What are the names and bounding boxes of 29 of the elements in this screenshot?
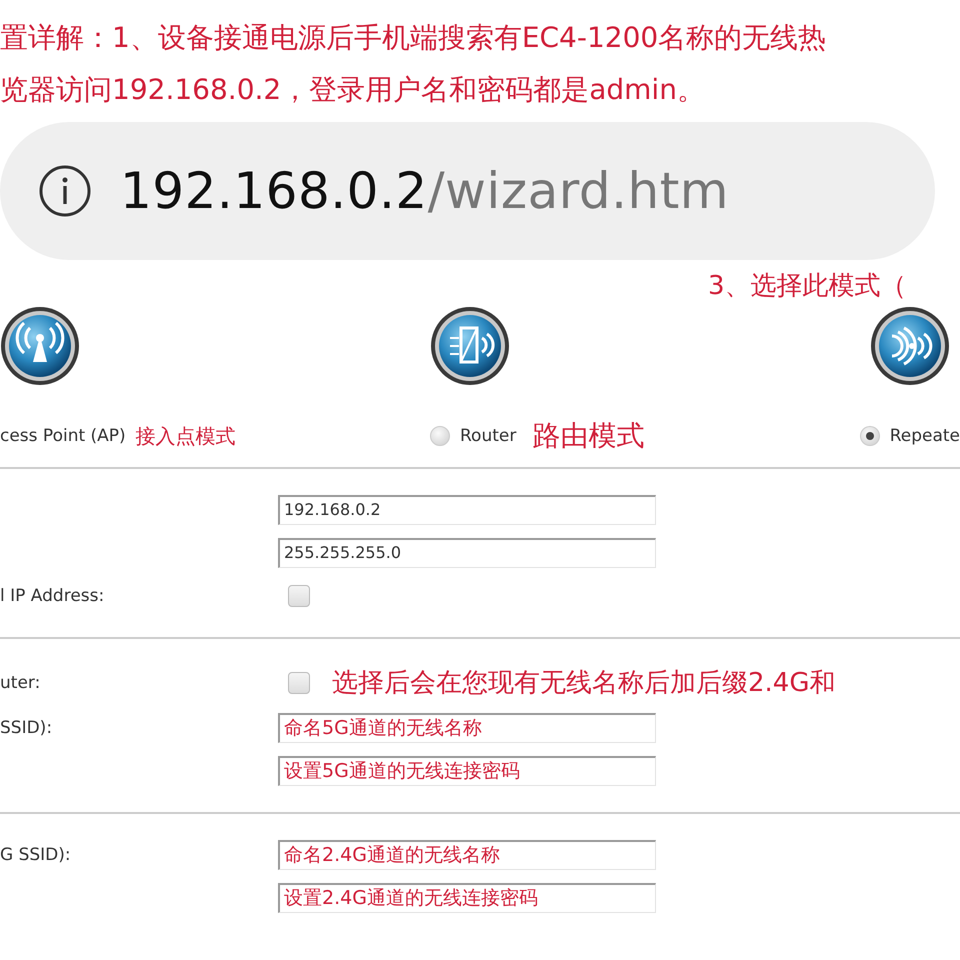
field-label: l IP Address: bbox=[0, 586, 106, 606]
input-field[interactable]: 192.168.0.2 bbox=[278, 495, 656, 525]
annotation-text: 路由模式 bbox=[532, 418, 644, 454]
checkbox[interactable] bbox=[288, 672, 310, 694]
checkbox[interactable] bbox=[288, 585, 310, 607]
address-bar[interactable]: 192.168.0.2/wizard.htm bbox=[0, 122, 935, 260]
phone-signal-icon[interactable] bbox=[430, 306, 510, 386]
radio-button[interactable] bbox=[860, 426, 880, 446]
annotation-text: 接入点模式 bbox=[136, 422, 236, 450]
mode-label: cess Point (AP) bbox=[0, 426, 126, 446]
annotation-text: 选择后会在您现有无线名称后加后缀2.4G和 bbox=[332, 667, 836, 700]
url-text: 192.168.0.2/wizard.htm bbox=[120, 162, 730, 220]
annotation-text: 3、选择此模式（ bbox=[707, 270, 908, 303]
field-label: G SSID): bbox=[0, 845, 72, 865]
mode-label: Router bbox=[460, 426, 516, 446]
signal-waves-icon[interactable] bbox=[870, 306, 950, 386]
mode-label: Repeate bbox=[890, 426, 960, 446]
annotation-text: 览器访问192.168.0.2，登录用户名和密码都是admin。 bbox=[0, 72, 706, 108]
field-label: uter: bbox=[0, 672, 42, 692]
input-field[interactable]: 设置5G通道的无线连接密码 bbox=[278, 756, 656, 786]
input-field[interactable]: 命名2.4G通道的无线名称 bbox=[278, 840, 656, 870]
input-field[interactable]: 设置2.4G通道的无线连接密码 bbox=[278, 883, 656, 913]
annotation-text: 置详解：1、设备接通电源后手机端搜索有EC4-1200名称的无线热 bbox=[0, 20, 828, 56]
antenna-icon[interactable] bbox=[0, 306, 80, 386]
radio-button[interactable] bbox=[430, 426, 450, 446]
field-label: SSID): bbox=[0, 718, 54, 738]
info-icon[interactable] bbox=[38, 164, 92, 218]
input-field[interactable]: 命名5G通道的无线名称 bbox=[278, 713, 656, 743]
input-field[interactable]: 255.255.255.0 bbox=[278, 538, 656, 568]
